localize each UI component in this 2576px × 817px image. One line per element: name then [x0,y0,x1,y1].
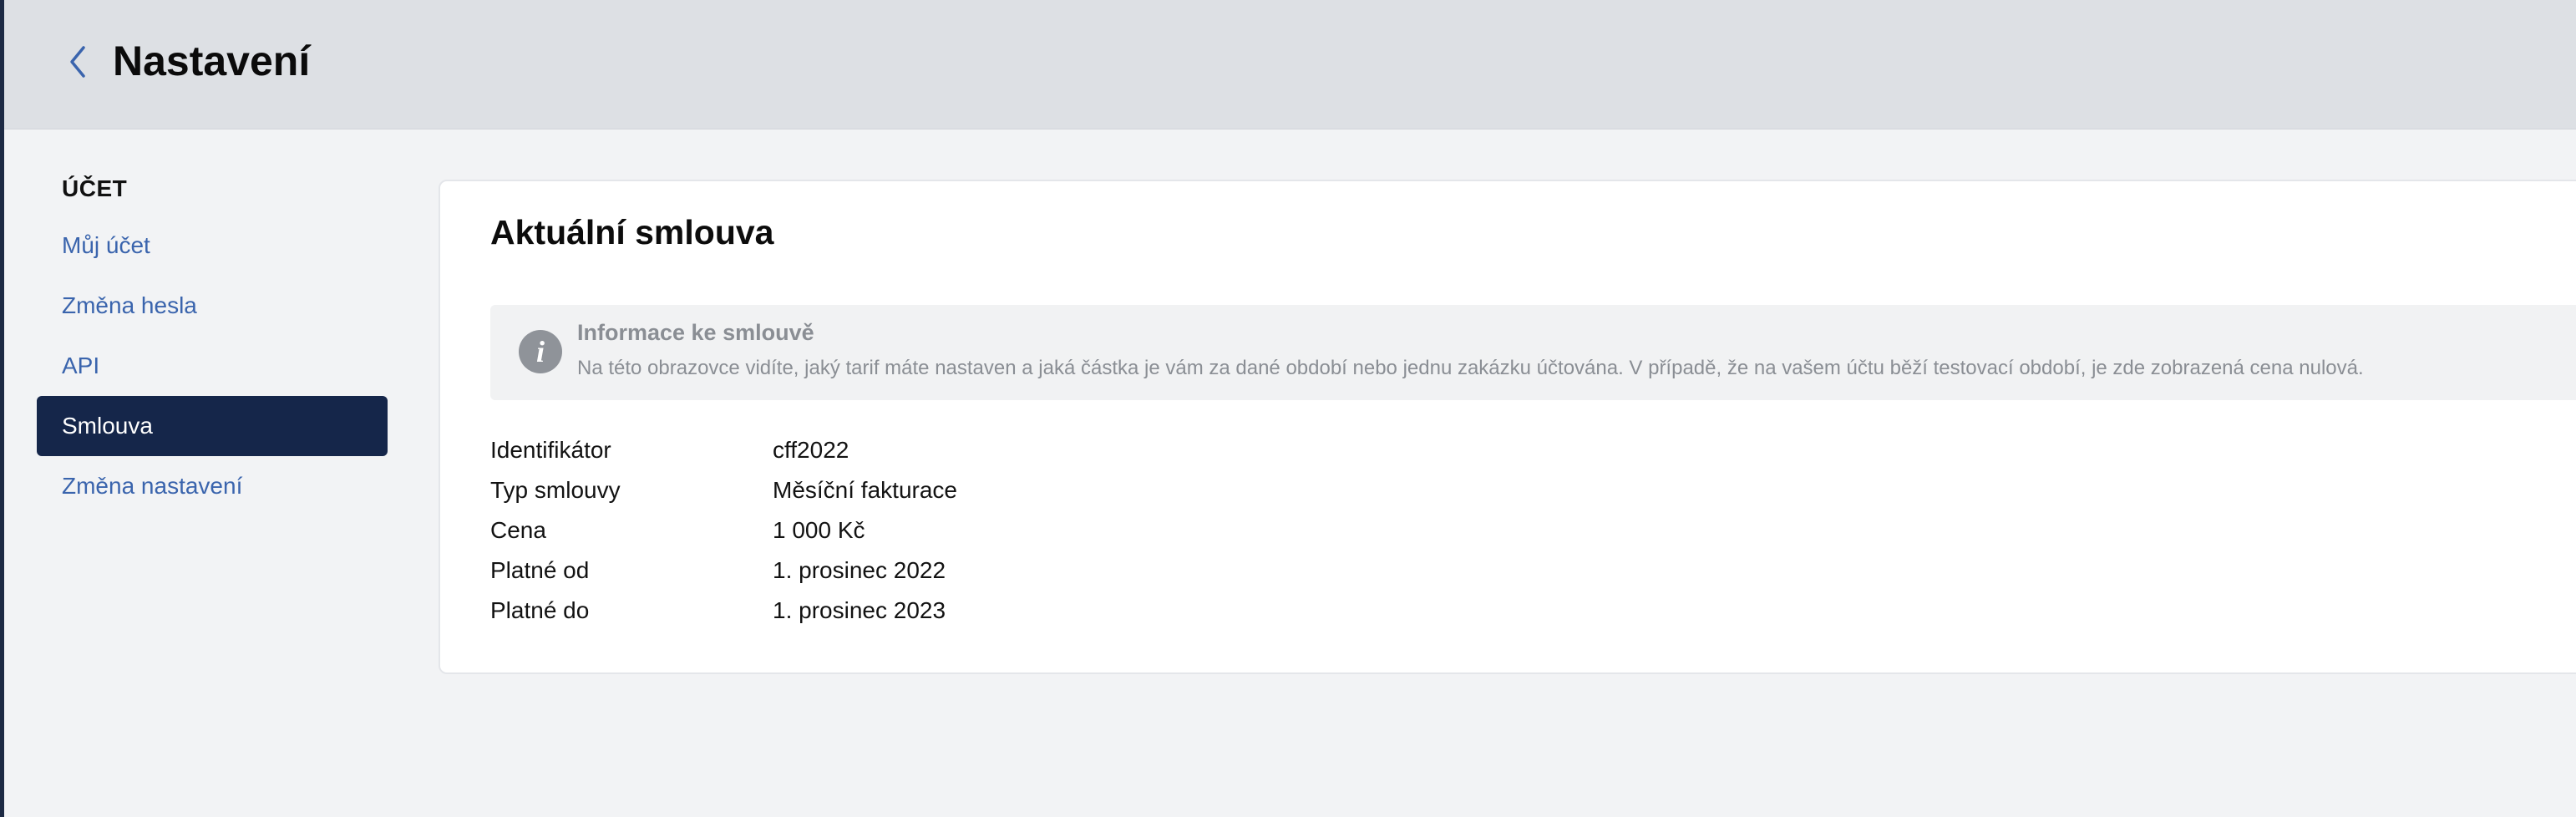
info-text: Na této obrazovce vidíte, jaký tarif mát… [577,357,2364,379]
sidebar-item-label: API [62,353,100,378]
page-title: Nastavení [113,38,311,84]
info-box: i Informace ke smlouvě Na této obrazovce… [490,305,2576,400]
top-header: Nastavení [4,0,2576,129]
contract-card: Aktuální smlouva i Informace ke smlouvě … [439,180,2576,674]
detail-value: 1. prosinec 2023 [773,597,946,623]
detail-label: Typ smlouvy [490,477,621,503]
sidebar-item-change-settings[interactable]: Změna nastavení [37,456,388,516]
sidebar-item-label: Můj účet [62,232,150,258]
detail-row-identifier: Identifikátor cff2022 [490,432,1493,469]
detail-row-valid-to: Platné do 1. prosinec 2023 [490,592,1493,629]
detail-row-price: Cena 1 000 Kč [490,512,1493,549]
card-title: Aktuální smlouva [490,213,774,251]
info-title: Informace ke smlouvě [577,320,814,345]
detail-value: cff2022 [773,437,849,463]
sidebar-item-change-password[interactable]: Změna hesla [37,276,388,336]
detail-value: 1. prosinec 2022 [773,557,946,583]
detail-row-valid-from: Platné od 1. prosinec 2022 [490,552,1493,589]
sidebar-item-my-account[interactable]: Můj účet [37,216,388,276]
sidebar-item-label: Změna nastavení [62,473,243,499]
detail-row-contract-type: Typ smlouvy Měsíční fakturace [490,472,1493,509]
sidebar-item-label: Smlouva [62,413,153,439]
sidebar-item-api[interactable]: API [37,336,388,396]
detail-label: Platné od [490,557,590,583]
detail-label: Platné do [490,597,590,623]
sidebar-item-contract[interactable]: Smlouva [37,396,388,456]
detail-label: Identifikátor [490,437,611,463]
back-button[interactable] [63,43,93,80]
sidebar-item-label: Změna hesla [62,292,197,318]
detail-label: Cena [490,517,546,543]
detail-value: 1 000 Kč [773,517,865,543]
sidebar-section-title: ÚČET [62,175,128,201]
detail-value: Měsíční fakturace [773,477,957,503]
info-icon: i [519,330,562,373]
chevron-left-icon [70,46,85,78]
